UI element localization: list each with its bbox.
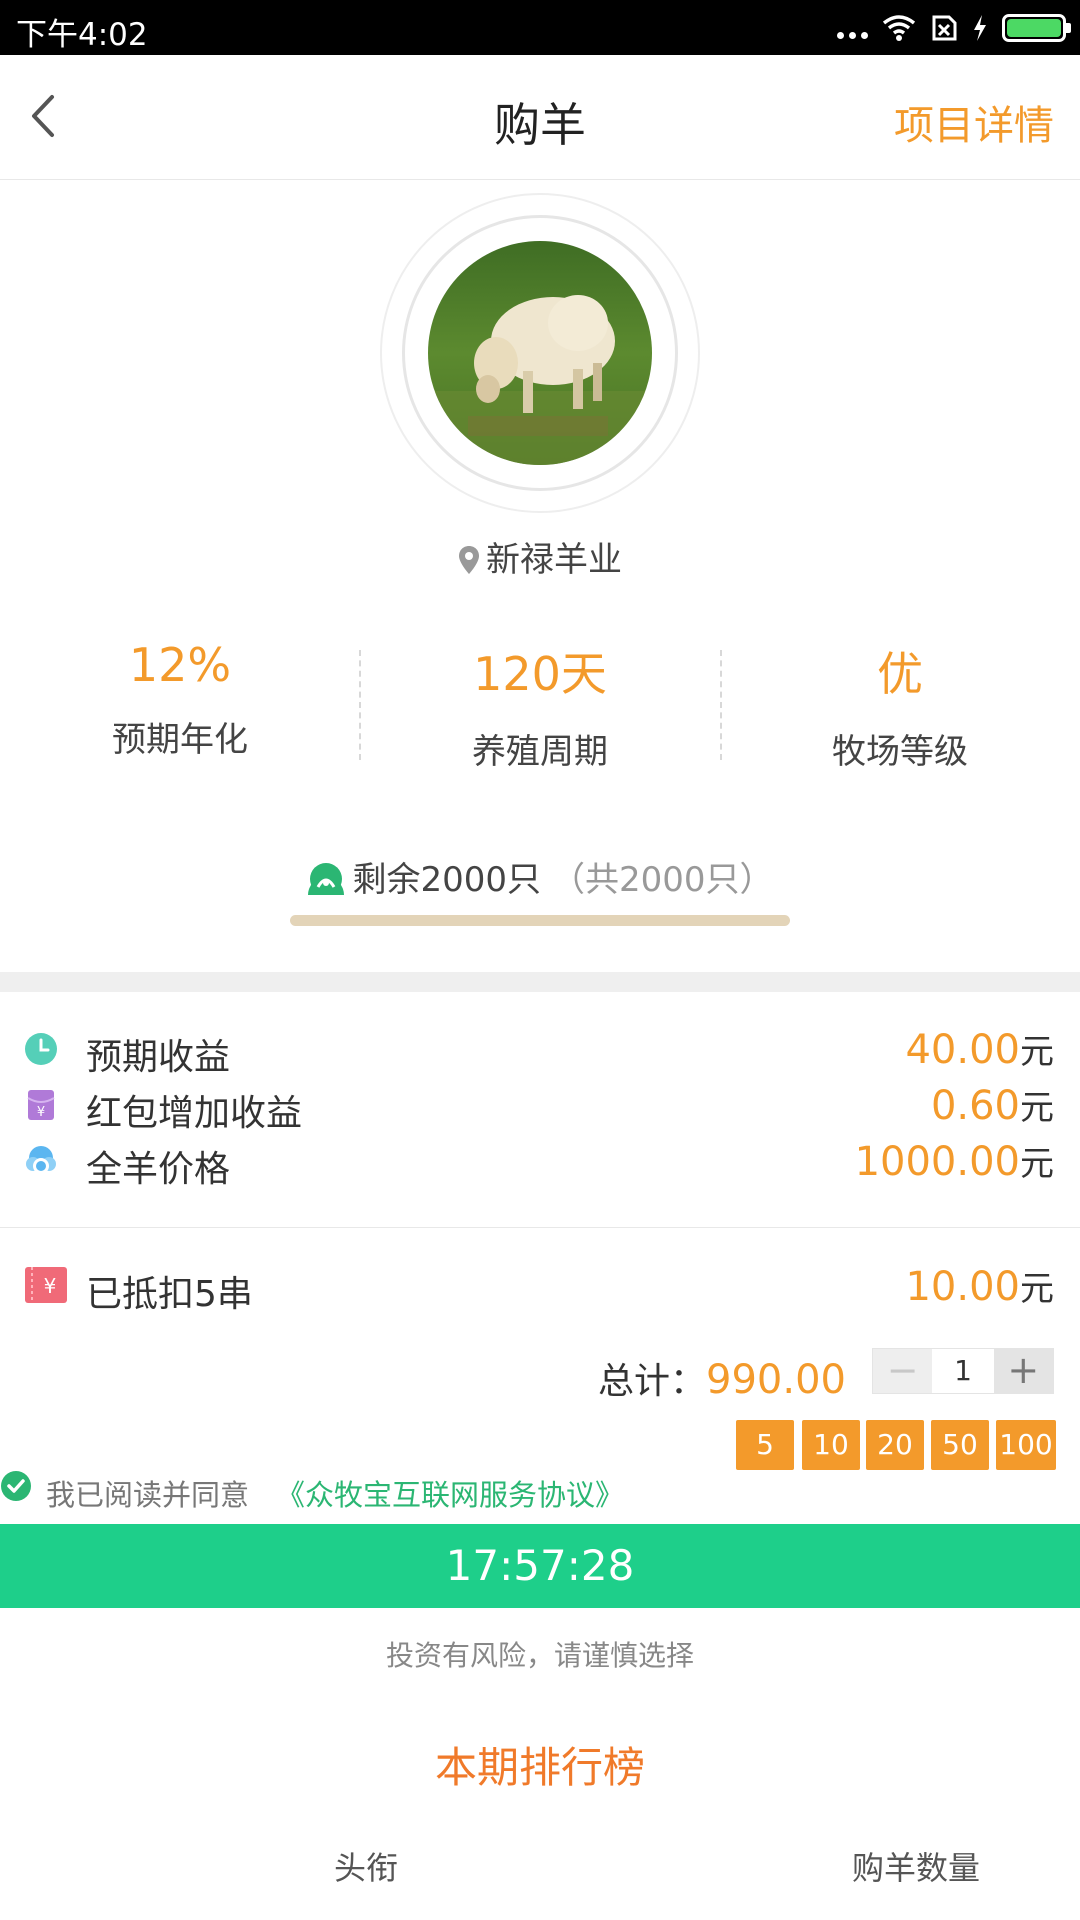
stat-annual-return: 12% 预期年化 bbox=[0, 638, 360, 761]
risk-notice: 投资有风险，请谨慎选择 bbox=[385, 1639, 694, 1672]
section-gap bbox=[0, 972, 1080, 992]
battery-icon bbox=[1002, 14, 1071, 42]
wifi-icon bbox=[882, 15, 916, 41]
project-detail-link[interactable]: 项目详情 bbox=[894, 93, 1054, 151]
amount-value: 1000.00 bbox=[854, 1139, 1020, 1185]
no-sim-icon bbox=[932, 15, 957, 41]
agreement-text: 我已阅读并同意 bbox=[46, 1478, 250, 1512]
ranking-title: 本期排行榜 bbox=[434, 1743, 645, 1792]
status-time: 下午4:02 bbox=[16, 17, 148, 53]
total-label: 总计： bbox=[598, 1361, 707, 1402]
coupon-deduction-row: ¥ 已抵扣5串 10.00元 bbox=[0, 1259, 1080, 1315]
stat-value: 12% bbox=[128, 638, 232, 692]
location-line: 新禄羊业 bbox=[0, 532, 1080, 581]
amount-unit: 元 bbox=[1020, 1269, 1054, 1309]
amount-unit: 元 bbox=[1020, 1144, 1054, 1184]
row-label: 已抵扣5串 bbox=[86, 1274, 253, 1315]
stat-label: 养殖周期 bbox=[472, 732, 608, 772]
coupon-icon: ¥ bbox=[25, 1267, 67, 1303]
red-envelope-income-row: ¥ 红包增加收益 0.60元 bbox=[0, 1078, 1080, 1134]
quick-amount-20[interactable]: 20 bbox=[866, 1420, 924, 1470]
agreement-link[interactable]: 《众牧宝互联网服务协议》 bbox=[276, 1472, 624, 1514]
row-amount: 1000.00元 bbox=[855, 1136, 1054, 1185]
svg-text:¥: ¥ bbox=[44, 1274, 57, 1298]
nav-header: 购羊 项目详情 bbox=[0, 55, 1080, 180]
remaining-count: 剩余2000只 （共2000只） bbox=[0, 852, 1080, 901]
quantity-stepper: − 1 + bbox=[872, 1348, 1054, 1394]
total-value: 990.00 bbox=[706, 1357, 846, 1403]
charging-icon bbox=[974, 15, 986, 41]
stat-label: 预期年化 bbox=[112, 720, 248, 760]
amount-value: 10.00 bbox=[905, 1264, 1020, 1310]
ranking-col-count: 购羊数量 bbox=[852, 1849, 981, 1887]
quantity-field[interactable]: 1 bbox=[932, 1349, 994, 1393]
quick-amount-10[interactable]: 10 bbox=[802, 1420, 860, 1470]
stat-label: 牧场等级 bbox=[832, 732, 968, 772]
row-amount: 0.60元 bbox=[931, 1080, 1054, 1129]
agreement-checkbox-icon[interactable] bbox=[0, 1470, 32, 1502]
location-pin-icon bbox=[459, 546, 479, 574]
sheep-badge-icon bbox=[308, 863, 345, 895]
clock-icon bbox=[25, 1033, 57, 1065]
row-amount: 40.00元 bbox=[905, 1024, 1054, 1073]
ranking-col-title: 头衔 bbox=[334, 1849, 399, 1887]
row-amount: 10.00元 bbox=[905, 1261, 1054, 1310]
svg-text:¥: ¥ bbox=[37, 1105, 45, 1120]
countdown-buy-button[interactable]: 17:57:28 bbox=[0, 1524, 1080, 1608]
stat-breeding-cycle: 120天 养殖周期 bbox=[360, 638, 720, 773]
amount-value: 40.00 bbox=[905, 1027, 1020, 1073]
row-label: 全羊价格 bbox=[86, 1149, 231, 1190]
stat-value: 120天 bbox=[473, 647, 607, 701]
red-envelope-icon: ¥ bbox=[27, 1090, 55, 1120]
sold-progress-bar bbox=[290, 915, 790, 926]
increase-button[interactable]: + bbox=[993, 1349, 1053, 1393]
sheep-avatar bbox=[428, 241, 652, 465]
amount-value: 0.60 bbox=[930, 1083, 1020, 1129]
divider bbox=[0, 1227, 1080, 1228]
quick-amount-100[interactable]: 100 bbox=[996, 1420, 1056, 1470]
status-bar: 下午4:02 bbox=[0, 0, 1080, 55]
sheep-price-row: 全羊价格 1000.00元 bbox=[0, 1134, 1080, 1190]
total-line: 总计：990.00 bbox=[598, 1352, 846, 1404]
decrease-button[interactable]: − bbox=[873, 1349, 933, 1393]
amount-unit: 元 bbox=[1020, 1088, 1054, 1128]
screen: 下午4:02 购羊 项目详情 新禄羊业 12% 预期年化 120天 养殖周期 优… bbox=[0, 0, 1080, 1920]
expected-income-row: 预期收益 40.00元 bbox=[0, 1022, 1080, 1078]
row-label: 预期收益 bbox=[86, 1037, 231, 1078]
status-icons bbox=[837, 10, 1071, 46]
stat-value: 优 bbox=[877, 647, 923, 701]
location-name: 新禄羊业 bbox=[486, 540, 622, 580]
agreement-line: 我已阅读并同意 《众牧宝互联网服务协议》 bbox=[0, 1470, 1080, 1512]
remaining-text: 剩余2000只 bbox=[352, 860, 541, 900]
amount-unit: 元 bbox=[1020, 1032, 1054, 1072]
quick-amount-5[interactable]: 5 bbox=[736, 1420, 794, 1470]
quick-amount-50[interactable]: 50 bbox=[931, 1420, 989, 1470]
stat-ranch-grade: 优 牧场等级 bbox=[720, 638, 1080, 773]
row-label: 红包增加收益 bbox=[86, 1093, 303, 1134]
remaining-total: （共2000只） bbox=[551, 860, 774, 900]
more-dots-icon bbox=[837, 31, 868, 39]
sheep-price-icon bbox=[26, 1146, 56, 1174]
